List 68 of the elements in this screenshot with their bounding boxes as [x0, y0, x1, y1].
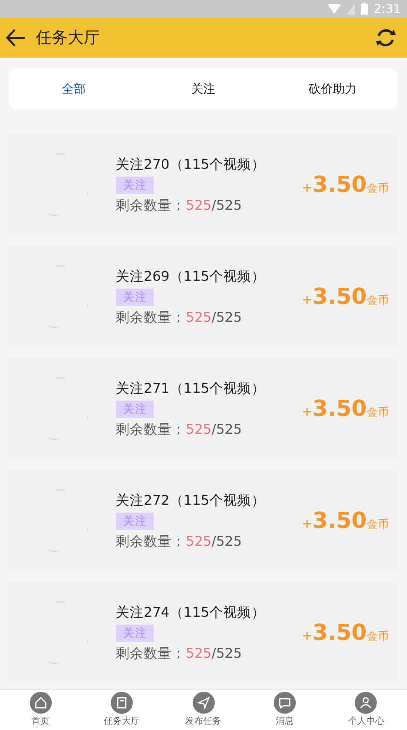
send-icon[interactable]	[192, 692, 215, 714]
total-count: /525	[212, 534, 242, 550]
page-title: 任务大厅	[36, 28, 101, 48]
task-card[interactable]: 关注269（115个视频） 关注 剩余数量：525/525 +3.50金币	[8, 247, 399, 347]
refresh-icon[interactable]	[375, 27, 397, 49]
total-count: /525	[212, 646, 242, 662]
thumbnail-placeholder-icon	[28, 600, 88, 666]
reward-unit: 金币	[367, 628, 389, 644]
task-title: 关注272（115个视频）	[116, 492, 266, 510]
task-title: 关注271（115个视频）	[116, 380, 266, 398]
reward-sign: +	[302, 292, 313, 308]
wifi-icon	[328, 4, 342, 14]
reward-sign: +	[302, 404, 313, 420]
task-title: 关注274（115个视频）	[116, 604, 266, 622]
remaining-label: 剩余数量：	[116, 646, 186, 662]
task-title: 关注270（115个视频）	[116, 156, 266, 174]
reward-unit: 金币	[367, 180, 389, 196]
reward-unit: 金币	[367, 404, 389, 420]
total-count: /525	[212, 422, 242, 438]
nav-label[interactable]: 首页	[32, 715, 50, 728]
remaining-label: 剩余数量：	[116, 310, 186, 326]
reward-amount: 3.50	[312, 396, 367, 422]
remaining-count: 525	[186, 534, 212, 550]
reward-amount: 3.50	[312, 172, 367, 198]
task-card[interactable]: 关注270（115个视频） 关注 剩余数量：525/525 +3.50金币	[8, 135, 399, 235]
document-icon[interactable]	[111, 692, 134, 714]
reward-sign: +	[302, 180, 313, 196]
tab[interactable]: 全部	[9, 80, 139, 98]
thumbnail-placeholder-icon	[28, 264, 88, 330]
reward-amount: 3.50	[312, 620, 367, 646]
reward-amount: 3.50	[312, 284, 367, 310]
task-tag: 关注	[116, 512, 154, 530]
thumbnail-placeholder-icon	[28, 152, 88, 218]
total-count: /525	[212, 198, 242, 214]
remaining-count: 525	[186, 198, 212, 214]
thumbnail-placeholder-icon	[28, 488, 88, 554]
home-icon[interactable]	[30, 692, 52, 714]
nav-label[interactable]: 发布任务	[186, 715, 222, 728]
task-tag: 关注	[116, 288, 154, 306]
remaining-count: 525	[186, 646, 212, 662]
remaining-label: 剩余数量：	[116, 422, 186, 438]
tab[interactable]: 砍价助力	[268, 80, 398, 98]
task-tag: 关注	[116, 624, 154, 642]
back-arrow-icon[interactable]	[6, 29, 26, 47]
reward-sign: +	[302, 516, 313, 532]
nav-label[interactable]: 消息	[276, 715, 294, 728]
thumbnail-placeholder-icon	[28, 376, 88, 442]
battery-icon	[361, 3, 368, 15]
total-count: /525	[212, 310, 242, 326]
task-tag: 关注	[116, 400, 154, 418]
remaining-label: 剩余数量：	[116, 534, 186, 550]
task-card[interactable]: 关注274（115个视频） 关注 剩余数量：525/525 +3.50金币	[8, 583, 399, 683]
remaining-label: 剩余数量：	[116, 198, 186, 214]
task-card[interactable]: 关注272（115个视频） 关注 剩余数量：525/525 +3.50金币	[8, 471, 399, 571]
chat-icon[interactable]	[274, 692, 296, 714]
remaining-count: 525	[186, 310, 212, 326]
nav-label[interactable]: 任务大厅	[104, 715, 140, 728]
reward-sign: +	[302, 628, 313, 644]
nav-label[interactable]: 个人中心	[348, 715, 384, 728]
reward-amount: 3.50	[312, 508, 367, 534]
reward-unit: 金币	[367, 292, 389, 308]
task-tag: 关注	[116, 176, 154, 194]
reward-unit: 金币	[367, 516, 389, 532]
person-icon[interactable]	[355, 692, 378, 714]
tab[interactable]: 关注	[138, 80, 268, 98]
task-card[interactable]: 关注271（115个视频） 关注 剩余数量：525/525 +3.50金币	[8, 359, 399, 459]
task-title: 关注269（115个视频）	[116, 268, 266, 286]
remaining-count: 525	[186, 422, 212, 438]
